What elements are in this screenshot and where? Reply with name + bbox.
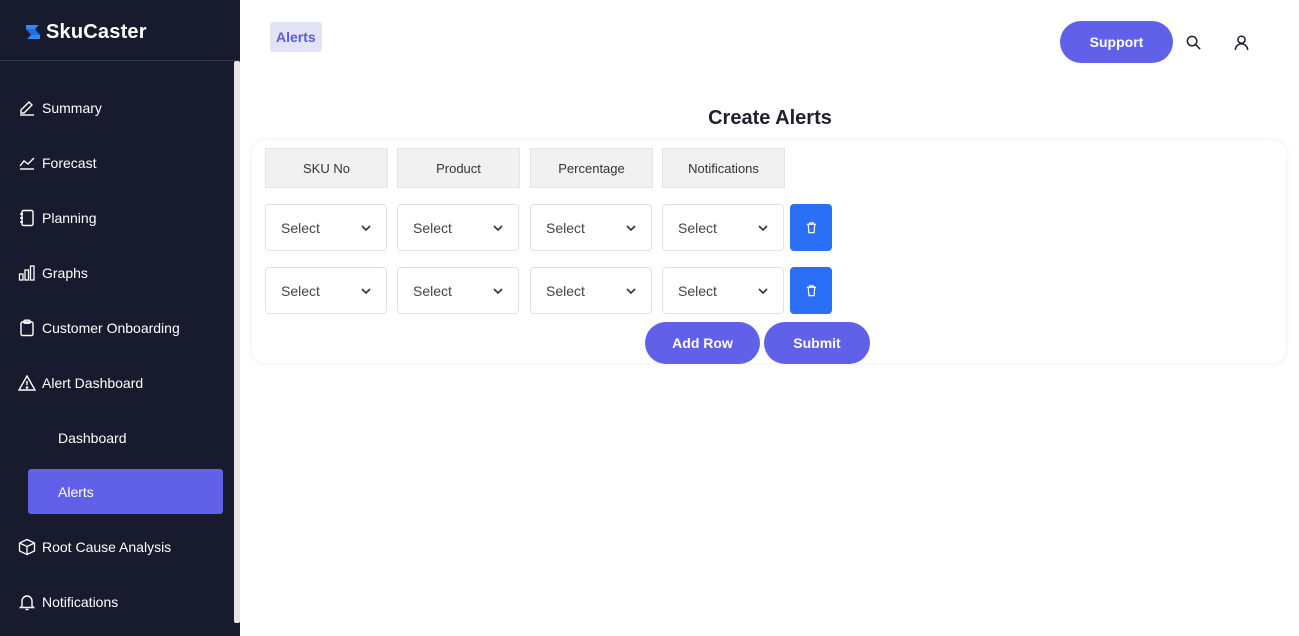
sidebar-subitem-alerts[interactable]: Alerts [28, 469, 223, 514]
select-value: Select [281, 219, 320, 236]
bar-chart-icon [18, 264, 36, 282]
chevron-down-icon [361, 225, 371, 232]
sidebar-item-forecast[interactable]: Forecast [18, 151, 96, 175]
sidebar-item-label: Forecast [42, 155, 97, 171]
notifications-select[interactable]: Select [662, 267, 784, 314]
sidebar-item-planning[interactable]: Planning [18, 206, 97, 230]
box-icon [18, 538, 36, 556]
sidebar-item-label: Notifications [42, 594, 119, 610]
support-button[interactable]: Support [1060, 21, 1173, 63]
sidebar-item-label: Customer Onboarding [42, 320, 180, 336]
warning-icon [18, 374, 36, 392]
trash-icon [806, 222, 816, 234]
scrollbar-thumb[interactable] [234, 61, 240, 623]
sidebar-item-label: Summary [42, 100, 102, 116]
select-value: Select [678, 219, 717, 236]
select-value: Select [546, 219, 585, 236]
pencil-icon [18, 99, 36, 117]
sidebar-item-label: Planning [42, 210, 97, 226]
sidebar-subitem-dashboard[interactable]: Dashboard [28, 415, 223, 460]
notebook-icon [18, 209, 36, 227]
sidebar-item-root-cause-analysis[interactable]: Root Cause Analysis [18, 535, 171, 559]
notifications-select[interactable]: Select [662, 204, 784, 251]
sku-select[interactable]: Select [265, 204, 387, 251]
s-logo-icon [26, 25, 40, 39]
chevron-down-icon [361, 288, 371, 295]
sidebar-subitem-label: Dashboard [58, 429, 127, 446]
sidebar-item-customer-onboarding[interactable]: Customer Onboarding [18, 316, 180, 340]
sidebar-item-summary[interactable]: Summary [18, 96, 102, 120]
trash-icon [806, 285, 816, 297]
column-header-percentage: Percentage [530, 148, 653, 188]
select-value: Select [413, 282, 452, 299]
chevron-down-icon [626, 225, 636, 232]
select-value: Select [546, 282, 585, 299]
product-select[interactable]: Select [397, 267, 519, 314]
select-value: Select [678, 282, 717, 299]
select-value: Select [281, 282, 320, 299]
sidebar-item-label: Graphs [42, 265, 88, 281]
sidebar-item-graphs[interactable]: Graphs [18, 261, 88, 285]
sidebar-item-label: Alert Dashboard [42, 375, 144, 391]
sidebar: SkuCaster Summary Forecast Planning Grap… [0, 0, 240, 636]
user-icon[interactable] [1231, 32, 1251, 52]
column-header-notifications: Notifications [662, 148, 785, 188]
sidebar-divider [0, 60, 240, 61]
sidebar-item-label: Root Cause Analysis [42, 539, 172, 555]
sidebar-item-alert-dashboard[interactable]: Alert Dashboard [18, 371, 143, 395]
brand[interactable]: SkuCaster [24, 20, 147, 44]
trend-line-icon [18, 154, 36, 172]
sku-select[interactable]: Select [265, 267, 387, 314]
add-row-button[interactable]: Add Row [645, 322, 760, 364]
column-header-sku-no: SKU No [265, 148, 388, 188]
sidebar-scrollbar[interactable] [234, 61, 240, 636]
bell-icon [18, 593, 36, 611]
brand-name: SkuCaster [46, 20, 147, 43]
delete-row-button[interactable] [790, 204, 832, 251]
column-header-product: Product [397, 148, 520, 188]
breadcrumb[interactable]: Alerts [270, 22, 322, 52]
chevron-down-icon [758, 288, 768, 295]
clipboard-icon [18, 319, 36, 337]
select-value: Select [413, 219, 452, 236]
chevron-down-icon [493, 225, 503, 232]
product-select[interactable]: Select [397, 204, 519, 251]
percentage-select[interactable]: Select [530, 267, 652, 314]
chevron-down-icon [758, 225, 768, 232]
delete-row-button[interactable] [790, 267, 832, 314]
submit-button[interactable]: Submit [764, 322, 870, 364]
page-title: Create Alerts [708, 107, 832, 129]
percentage-select[interactable]: Select [530, 204, 652, 251]
chevron-down-icon [493, 288, 503, 295]
chevron-down-icon [626, 288, 636, 295]
search-icon[interactable] [1183, 32, 1203, 52]
sidebar-item-notifications[interactable]: Notifications [18, 590, 118, 614]
sidebar-subitem-label: Alerts [58, 483, 94, 500]
